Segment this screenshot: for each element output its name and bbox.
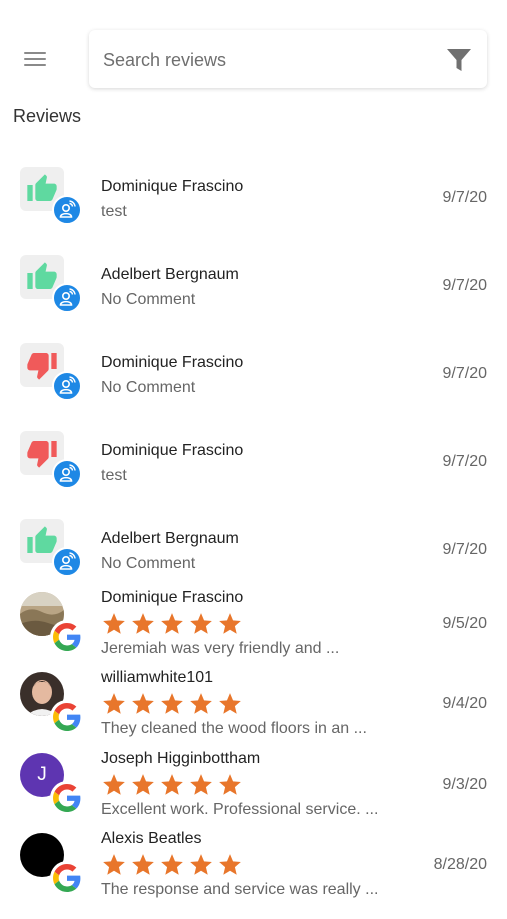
star-icon xyxy=(130,852,159,878)
kiosk-icon xyxy=(52,371,82,401)
star-icon xyxy=(159,611,188,637)
reviewer-name: williamwhite101 xyxy=(101,669,214,686)
review-date: 8/28/20 xyxy=(433,856,487,873)
review-date: 9/7/20 xyxy=(442,453,487,470)
star-rating xyxy=(101,772,246,798)
reviewer-name: Dominique Frascino xyxy=(101,589,244,606)
kiosk-icon xyxy=(52,283,82,313)
review-comment: Excellent work. Professional service. ..… xyxy=(101,801,379,818)
star-icon xyxy=(101,611,130,637)
review-comment: No Comment xyxy=(101,379,196,396)
review-date: 9/7/20 xyxy=(442,189,487,206)
google-icon xyxy=(50,861,84,895)
review-comment: They cleaned the wood floors in an ... xyxy=(101,720,367,737)
star-icon xyxy=(159,772,188,798)
reviewer-name: Joseph Higginbottham xyxy=(101,750,261,767)
review-comment: test xyxy=(101,467,127,484)
star-rating xyxy=(101,852,246,878)
review-comment: The response and service was really ... xyxy=(101,881,379,898)
review-row[interactable]: Adelbert Bergnaum No Comment 9/7/20 xyxy=(0,502,507,590)
review-date: 9/4/20 xyxy=(442,695,487,712)
star-icon xyxy=(130,772,159,798)
star-icon xyxy=(130,611,159,637)
star-icon xyxy=(217,852,246,878)
review-row[interactable]: Dominique Frascino test 9/7/20 xyxy=(0,150,507,238)
star-icon xyxy=(217,611,246,637)
review-date: 9/7/20 xyxy=(442,365,487,382)
kiosk-icon xyxy=(52,459,82,489)
star-icon xyxy=(188,772,217,798)
reviewer-name: Dominique Frascino xyxy=(101,178,244,195)
page-title: Reviews xyxy=(13,106,82,126)
filter-icon[interactable] xyxy=(445,46,473,74)
star-icon xyxy=(188,691,217,717)
review-date: 9/3/20 xyxy=(442,776,487,793)
review-row[interactable]: williamwhite101 They cleaned the wood flo… xyxy=(0,669,507,758)
star-icon xyxy=(188,611,217,637)
reviewer-name: Alexis Beatles xyxy=(101,830,202,847)
star-icon xyxy=(101,852,130,878)
menu-icon[interactable] xyxy=(22,49,48,69)
review-row[interactable]: Dominique Frascino Jeremiah was very frie… xyxy=(0,589,507,678)
reviewer-name: Dominique Frascino xyxy=(101,442,244,459)
star-rating xyxy=(101,611,246,637)
review-comment: No Comment xyxy=(101,555,196,572)
review-row[interactable]: Dominique Frascino test 9/7/20 xyxy=(0,414,507,502)
review-row[interactable]: J Joseph Higginbottham Excellent work. Pro… xyxy=(0,750,507,839)
star-rating xyxy=(101,691,246,717)
review-date: 9/7/20 xyxy=(442,541,487,558)
search-bar xyxy=(89,30,487,88)
review-comment: No Comment xyxy=(101,291,196,308)
review-row[interactable]: Alexis Beatles The response and service w… xyxy=(0,830,507,919)
google-icon xyxy=(50,700,84,734)
search-input[interactable] xyxy=(101,42,425,78)
reviewer-name: Adelbert Bergnaum xyxy=(101,266,239,283)
google-icon xyxy=(50,781,84,815)
reviewer-name: Adelbert Bergnaum xyxy=(101,530,239,547)
star-icon xyxy=(130,691,159,717)
reviewer-name: Dominique Frascino xyxy=(101,354,244,371)
review-comment: Jeremiah was very friendly and ... xyxy=(101,640,340,657)
review-comment: test xyxy=(101,203,127,220)
kiosk-icon xyxy=(52,195,82,225)
star-icon xyxy=(217,772,246,798)
star-icon xyxy=(217,691,246,717)
star-icon xyxy=(159,691,188,717)
star-icon xyxy=(188,852,217,878)
review-row[interactable]: Dominique Frascino No Comment 9/7/20 xyxy=(0,326,507,414)
review-row[interactable]: Adelbert Bergnaum No Comment 9/7/20 xyxy=(0,238,507,326)
review-date: 9/5/20 xyxy=(442,615,487,632)
star-icon xyxy=(101,691,130,717)
review-date: 9/7/20 xyxy=(442,277,487,294)
star-icon xyxy=(101,772,130,798)
kiosk-icon xyxy=(52,547,82,577)
google-icon xyxy=(50,620,84,654)
star-icon xyxy=(159,852,188,878)
